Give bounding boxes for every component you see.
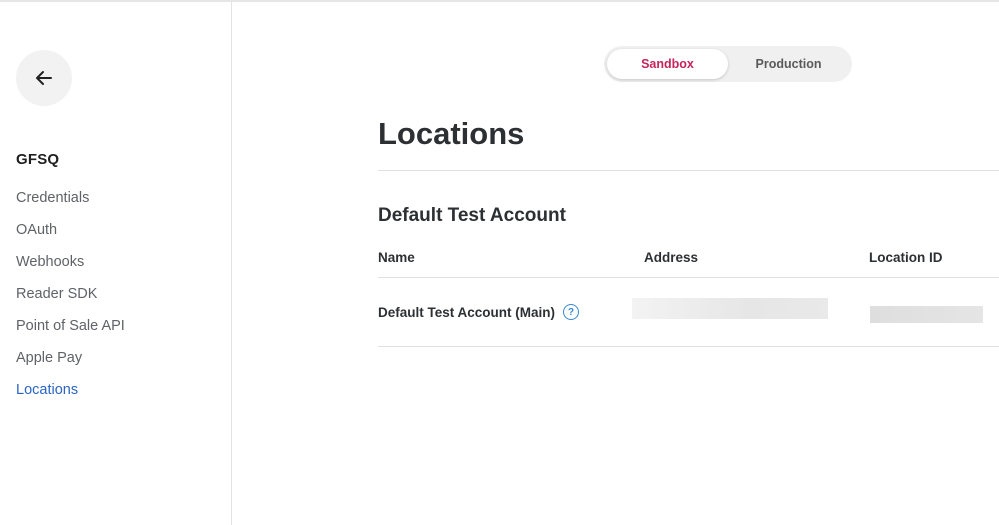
sidebar-item-reader-sdk[interactable]: Reader SDK (16, 284, 125, 316)
column-header-location-id: Location ID (869, 250, 943, 265)
back-button[interactable] (16, 50, 72, 106)
sidebar-item-locations[interactable]: Locations (16, 380, 125, 412)
location-id-redacted (870, 306, 983, 323)
column-header-name: Name (378, 250, 415, 265)
sidebar-nav: Credentials OAuth Webhooks Reader SDK Po… (16, 188, 125, 412)
locations-table: Name Address Location ID Default Test Ac… (378, 242, 999, 347)
table-header: Name Address Location ID (378, 242, 999, 278)
section-title: Default Test Account (378, 205, 566, 226)
table-row: Default Test Account (Main) ? (378, 278, 999, 347)
sidebar-item-webhooks[interactable]: Webhooks (16, 252, 125, 284)
page-title: Locations (378, 116, 525, 151)
sidebar-item-credentials[interactable]: Credentials (16, 188, 125, 220)
sidebar-item-point-of-sale-api[interactable]: Point of Sale API (16, 316, 125, 348)
divider (378, 170, 999, 171)
column-header-address: Address (644, 250, 699, 265)
address-redacted (632, 298, 828, 319)
question-circle-icon[interactable]: ? (563, 304, 580, 320)
arrow-left-icon (36, 71, 52, 85)
sidebar: GFSQ Credentials OAuth Webhooks Reader S… (0, 2, 232, 525)
sidebar-item-apple-pay[interactable]: Apple Pay (16, 348, 125, 380)
production-toggle-option[interactable]: Production (728, 49, 849, 79)
sandbox-toggle-option[interactable]: Sandbox (607, 49, 728, 79)
location-name-cell: Default Test Account (Main) ? (378, 304, 580, 320)
location-name: Default Test Account (Main) (378, 304, 556, 320)
main-content: Sandbox Production Locations Default Tes… (233, 2, 999, 525)
environment-toggle: Sandbox Production (604, 46, 852, 82)
sidebar-item-oauth[interactable]: OAuth (16, 220, 125, 252)
app-name: GFSQ (16, 151, 60, 168)
